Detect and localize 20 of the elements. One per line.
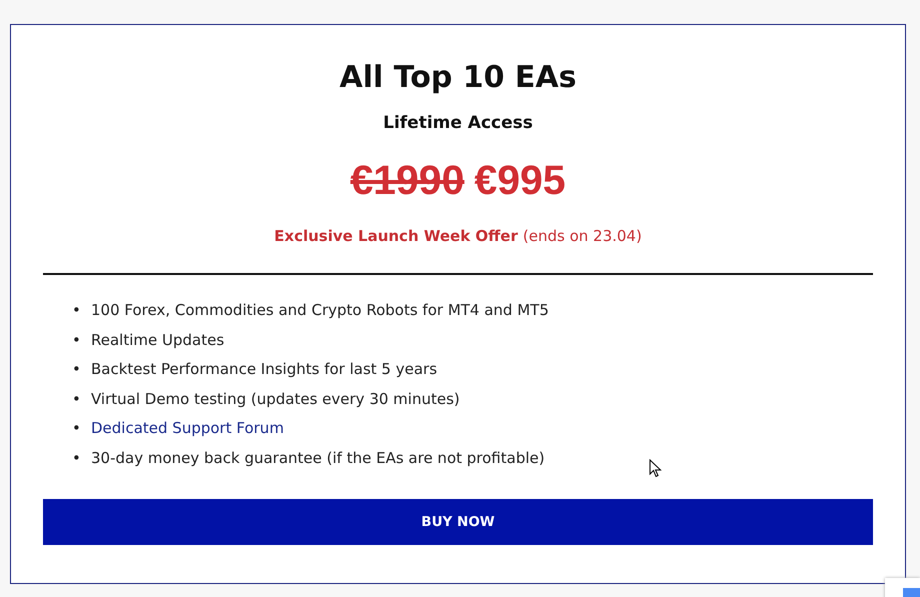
- new-price: €995: [474, 156, 566, 205]
- old-price: €1990: [350, 156, 464, 205]
- plan-subtitle: Lifetime Access: [383, 112, 533, 135]
- feature-text: 100 Forex, Commodities and Crypto Robots for MT4 and MT5: [91, 300, 549, 321]
- bullet: •: [72, 359, 82, 380]
- offer-note: (ends on 23.04): [522, 226, 642, 247]
- feature-link[interactable]: Dedicated Support Forum: [91, 414, 284, 444]
- bullet: •: [72, 418, 82, 440]
- feature-text: 30-day money back guarantee (if the EAs are not profitable): [91, 448, 545, 469]
- bullet: •: [72, 388, 82, 410]
- feature-text: Backtest Performance Insights for last 5 years: [91, 359, 438, 380]
- buy-button[interactable]: BUY NOW: [43, 498, 873, 545]
- cursor-icon: [649, 459, 662, 478]
- feature-text: Virtual Demo testing (updates every 30 minutes): [91, 388, 460, 410]
- feature-text: Realtime Updates: [91, 330, 224, 351]
- offer-text: Exclusive Launch Week Offer: [274, 226, 518, 247]
- plan-title: All Top 10 EAs: [340, 59, 576, 97]
- bullet: •: [72, 448, 82, 469]
- bullet: •: [72, 330, 82, 351]
- bullet: •: [72, 300, 82, 321]
